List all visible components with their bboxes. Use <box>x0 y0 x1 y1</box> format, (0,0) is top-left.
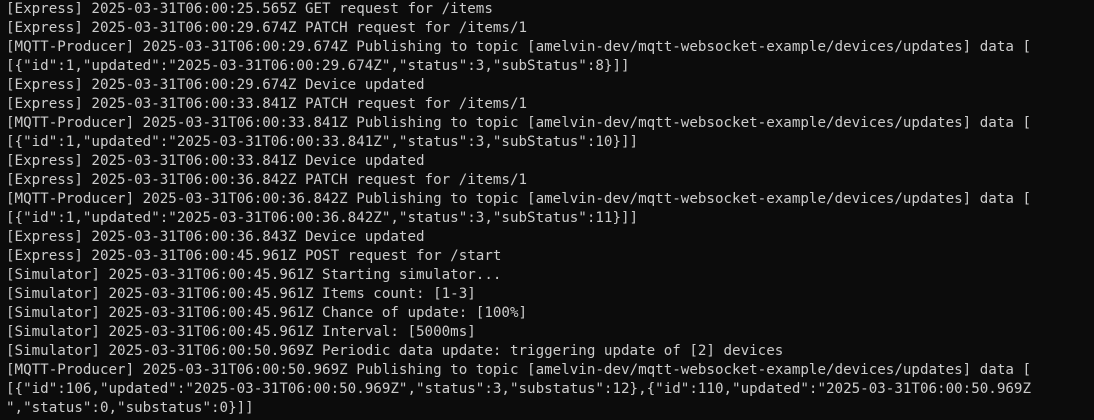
terminal-line: [Express] 2025-03-31T06:00:29.674Z PATCH… <box>6 20 528 36</box>
terminal-line: [MQTT-Producer] 2025-03-31T06:00:50.969Z… <box>6 362 1031 378</box>
terminal-line: [Express] 2025-03-31T06:00:33.841Z Devic… <box>6 153 425 169</box>
terminal-line: [MQTT-Producer] 2025-03-31T06:00:36.842Z… <box>6 191 1031 207</box>
terminal-line: [{"id":106,"updated":"2025-03-31T06:00:5… <box>6 381 1031 397</box>
terminal-output[interactable]: [Express] 2025-03-31T06:00:25.565Z GET r… <box>0 0 1094 420</box>
terminal-line: [Express] 2025-03-31T06:00:45.961Z POST … <box>6 248 502 264</box>
terminal-line: [Simulator] 2025-03-31T06:00:45.961Z Ite… <box>6 286 476 302</box>
terminal-line: [{"id":1,"updated":"2025-03-31T06:00:33.… <box>6 134 639 150</box>
terminal-line: ","status":0,"substatus":0}]] <box>6 400 254 416</box>
terminal-line: [Simulator] 2025-03-31T06:00:45.961Z Sta… <box>6 267 502 283</box>
terminal-line: [MQTT-Producer] 2025-03-31T06:00:33.841Z… <box>6 115 1031 131</box>
terminal-line: [Express] 2025-03-31T06:00:36.842Z PATCH… <box>6 172 528 188</box>
terminal-line: [Simulator] 2025-03-31T06:00:50.969Z Per… <box>6 343 784 359</box>
terminal-line: [MQTT-Producer] 2025-03-31T06:00:29.674Z… <box>6 39 1031 55</box>
terminal-line: [Express] 2025-03-31T06:00:29.674Z Devic… <box>6 77 425 93</box>
terminal-line: [Express] 2025-03-31T06:00:33.841Z PATCH… <box>6 96 528 112</box>
terminal-line: [Express] 2025-03-31T06:00:36.843Z Devic… <box>6 229 425 245</box>
terminal-line: [{"id":1,"updated":"2025-03-31T06:00:36.… <box>6 210 639 226</box>
terminal-line: [{"id":1,"updated":"2025-03-31T06:00:29.… <box>6 58 630 74</box>
terminal-line: [Simulator] 2025-03-31T06:00:45.961Z Int… <box>6 324 476 340</box>
terminal-line: [Simulator] 2025-03-31T06:00:45.961Z Cha… <box>6 305 528 321</box>
terminal-line: [Express] 2025-03-31T06:00:25.565Z GET r… <box>6 1 493 17</box>
